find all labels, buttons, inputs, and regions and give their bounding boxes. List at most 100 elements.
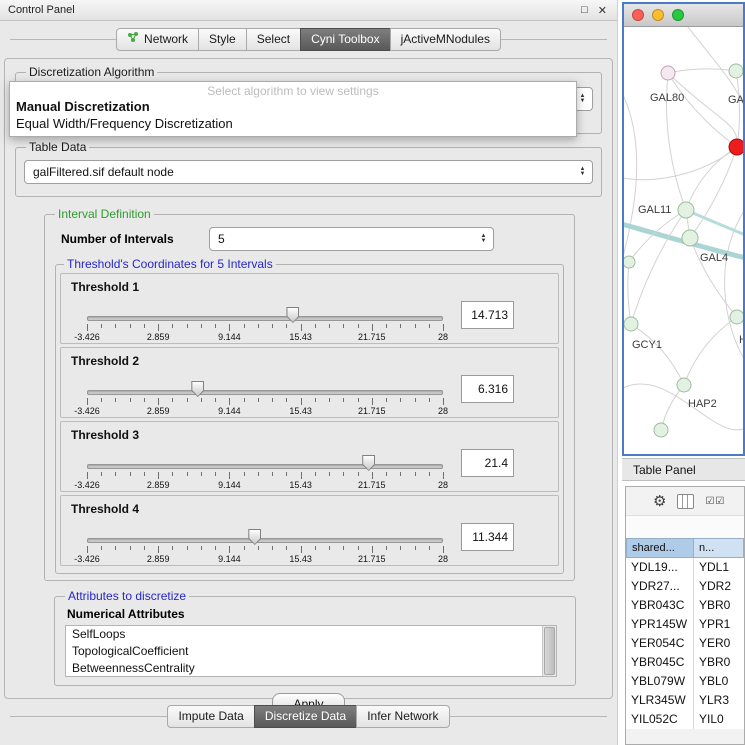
tab-style[interactable]: Style <box>198 28 247 51</box>
numerical-attribute-item[interactable]: TopologicalCoefficient <box>66 643 556 660</box>
slider-thumb[interactable] <box>286 307 299 323</box>
combobox-stepper-icon[interactable]: ▲▼ <box>477 234 490 244</box>
slider-thumb[interactable] <box>248 529 261 545</box>
slider-ticks <box>87 324 443 332</box>
table-row[interactable]: YBR043CYBR0 <box>626 596 744 615</box>
mac-minimize-button[interactable] <box>652 9 664 21</box>
scale-label: 28 <box>438 406 448 416</box>
slider-track[interactable] <box>87 316 443 321</box>
control-panel-window: Control Panel □ ✕ NetworkStyleSelectCyni… <box>0 0 618 745</box>
table-cell: YDL1 <box>694 558 744 577</box>
scale-label: 15.43 <box>289 406 312 416</box>
network-node[interactable] <box>654 423 668 437</box>
tab-infer-network[interactable]: Infer Network <box>356 705 449 728</box>
combobox-stepper-icon[interactable]: ▲▼ <box>576 167 589 177</box>
float-window-icon[interactable]: □ <box>581 4 588 16</box>
threshold-slider[interactable]: -3.4262.8599.14415.4321.71528 <box>87 454 443 490</box>
network-node[interactable] <box>729 139 743 155</box>
column-header[interactable]: shared... <box>626 538 694 558</box>
tab-label-impute-data: Impute Data <box>178 709 243 723</box>
table-row[interactable]: YDR27...YDR2 <box>626 577 744 596</box>
threshold-value-field[interactable]: 6.316 <box>461 375 514 403</box>
slider-thumb-face <box>192 382 203 396</box>
network-node[interactable] <box>624 256 635 268</box>
network-node[interactable] <box>682 230 698 246</box>
gear-icon[interactable]: ⚙ <box>653 492 666 510</box>
slider-track[interactable] <box>87 538 443 543</box>
mac-close-button[interactable] <box>632 9 644 21</box>
slider-thumb[interactable] <box>191 381 204 397</box>
tab-impute-data[interactable]: Impute Data <box>167 705 254 728</box>
number-of-intervals-combobox[interactable]: 5 ▲▼ <box>209 227 494 251</box>
threshold-value-field[interactable]: 21.4 <box>461 449 514 477</box>
tick-mark <box>115 546 116 550</box>
table-row[interactable]: YDL19...YDL1 <box>626 558 744 577</box>
network-node[interactable] <box>624 317 638 331</box>
network-node[interactable] <box>678 202 694 218</box>
threshold-slider[interactable]: -3.4262.8599.14415.4321.71528 <box>87 306 443 342</box>
threshold-value-field[interactable]: 11.344 <box>461 523 514 551</box>
column-header[interactable]: n... <box>694 538 744 558</box>
network-node[interactable] <box>730 310 743 324</box>
algorithm-option-manual-discretization[interactable]: Manual Discretization <box>10 98 576 115</box>
table-row[interactable]: YBL079WYBL0 <box>626 672 744 691</box>
network-node[interactable] <box>677 378 691 392</box>
close-icon[interactable]: ✕ <box>598 4 607 17</box>
tick-mark <box>329 472 330 476</box>
slider-track[interactable] <box>87 464 443 469</box>
select-columns-icon[interactable]: ☑☑ <box>705 496 725 507</box>
tick-mark <box>400 472 401 476</box>
table-row[interactable]: YBR045CYBR0 <box>626 653 744 672</box>
table-cell: YDR27... <box>626 577 694 596</box>
network-node[interactable] <box>661 66 675 80</box>
threshold-slider[interactable]: -3.4262.8599.14415.4321.71528 <box>87 528 443 564</box>
tab-network[interactable]: Network <box>116 28 199 51</box>
threshold-slider[interactable]: -3.4262.8599.14415.4321.71528 <box>87 380 443 416</box>
tab-cyni-toolbox[interactable]: Cyni Toolbox <box>300 28 390 51</box>
table-cell: YBR0 <box>694 596 744 615</box>
columns-icon[interactable] <box>677 494 694 509</box>
network-edge <box>661 385 684 430</box>
tick-mark <box>286 324 287 328</box>
tick-mark <box>429 398 430 402</box>
tick-mark <box>215 324 216 328</box>
algorithm-option-equal-width-frequency[interactable]: Equal Width/Frequency Discretization <box>10 115 576 132</box>
table-row[interactable]: YIL052CYIL0 <box>626 710 744 729</box>
network-node[interactable] <box>729 64 743 78</box>
slider-thumb[interactable] <box>362 455 375 471</box>
numerical-attribute-item[interactable]: SelfLoops <box>66 626 556 643</box>
tick-mark <box>87 472 88 479</box>
tick-mark <box>130 472 131 476</box>
attributes-scrollbar[interactable] <box>542 626 556 676</box>
tick-mark <box>244 398 245 402</box>
tab-select[interactable]: Select <box>246 28 301 51</box>
tab-label-jactivemnodules: jActiveMNodules <box>401 32 490 46</box>
table-row[interactable]: YPR145WYPR1 <box>626 615 744 634</box>
table-row[interactable]: YER054CYER0 <box>626 634 744 653</box>
mac-zoom-button[interactable] <box>672 9 684 21</box>
table-cell: YBR043C <box>626 596 694 615</box>
threshold-label: Threshold 3 <box>71 428 139 442</box>
threshold-label: Threshold 2 <box>71 354 139 368</box>
numerical-attributes-list[interactable]: SelfLoopsTopologicalCoefficientBetweenne… <box>65 625 557 677</box>
slider-track[interactable] <box>87 390 443 395</box>
slider-ticks <box>87 546 443 554</box>
slider-thumb-face <box>249 530 260 544</box>
tick-mark <box>272 546 273 550</box>
table-row[interactable]: YLR345WYLR3 <box>626 691 744 710</box>
table-cell: YPR1 <box>694 615 744 634</box>
combobox-stepper-icon[interactable]: ▲▼ <box>576 94 589 104</box>
table-cell: YDR2 <box>694 577 744 596</box>
network-canvas[interactable]: GAL80GAGAL11GAL4GCY1HAP2H <box>624 27 743 454</box>
table-data-combobox[interactable]: galFiltered.sif default node ▲▼ <box>24 160 593 184</box>
scrollbar-thumb[interactable] <box>544 627 555 675</box>
numerical-attribute-item[interactable]: BetweennessCentrality <box>66 660 556 677</box>
tab-discretize-data[interactable]: Discretize Data <box>254 705 357 728</box>
tick-mark <box>301 398 302 405</box>
tick-mark <box>415 472 416 476</box>
threshold-value-field[interactable]: 14.713 <box>461 301 514 329</box>
tab-jactivemnodules[interactable]: jActiveMNodules <box>390 28 501 51</box>
scale-label: 15.43 <box>289 554 312 564</box>
tick-mark <box>201 324 202 328</box>
tick-mark <box>187 472 188 476</box>
